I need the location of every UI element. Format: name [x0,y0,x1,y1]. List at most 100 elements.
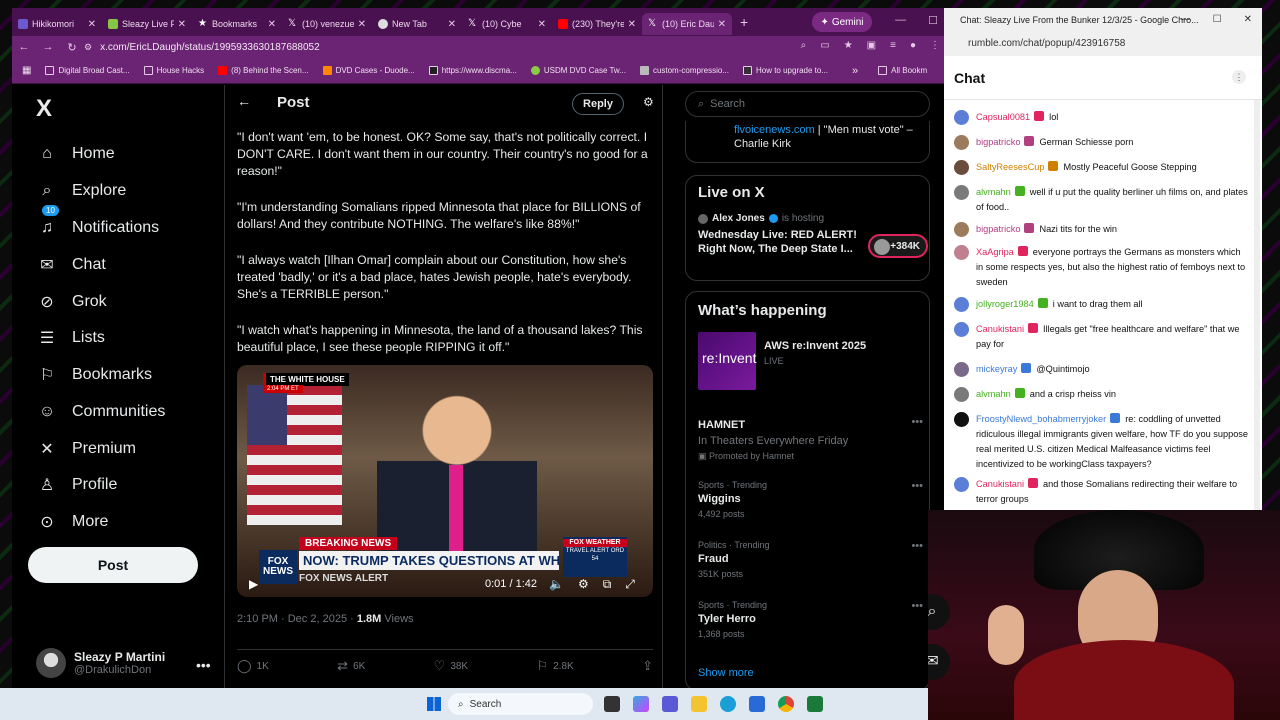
settings-icon[interactable]: ⚙ [578,577,589,592]
more-horizontal-icon[interactable]: ••• [911,540,923,552]
chat-username[interactable]: Canukistani [976,324,1024,334]
x-logo[interactable]: X [36,95,52,123]
repost-action[interactable]: ⇄ 6K [337,658,365,674]
bookmark-item[interactable]: https://www.discma... [428,66,517,75]
tab-4[interactable]: 𝕏 (10) venezue ✕ [282,13,372,35]
copilot-icon[interactable] [633,696,649,712]
back-icon[interactable]: ← [12,41,36,53]
nav-grok[interactable]: ⊘ Grok [38,293,106,311]
avatar[interactable] [954,362,969,377]
chat-username[interactable]: bigpatricko [976,224,1020,234]
bookmark-star-icon[interactable]: ★ [844,40,853,51]
maximize-icon[interactable]: ☐ [928,14,938,27]
trend-item[interactable]: Politics · Trending Fraud 351K posts ••• [698,540,923,579]
avatar[interactable] [954,160,969,175]
news-card[interactable]: flvoicenews.com | "Men must vote" – Char… [685,121,930,163]
bookmark-item[interactable]: Digital Broad Cast... [45,66,130,75]
close-icon[interactable]: ✕ [718,19,726,30]
search-input[interactable]: ⌕ Search [685,91,930,117]
avatar[interactable] [954,245,969,260]
reply-action[interactable]: ◯ 1K [237,658,269,674]
more-horizontal-icon[interactable]: ••• [196,657,211,673]
grok-search-icon[interactable]: ⌕ [928,594,950,630]
chat-username[interactable]: SaltyReesesCup [976,162,1044,172]
live-host-row[interactable]: Alex Jones is hosting [698,213,917,224]
avatar[interactable] [954,185,969,200]
avatar[interactable] [954,297,969,312]
volume-icon[interactable]: 🔈 [549,577,564,592]
tab-3[interactable]: ★ Bookmarks ✕ [192,13,282,35]
bookmark-item[interactable]: How to upgrade to... [742,66,828,75]
news-link[interactable]: flvoicenews.com [734,124,815,136]
menu-icon[interactable]: ⋮ [930,40,940,51]
video-player[interactable]: THE WHITE HOUSE 2:04 PM ET FOX NEWS BREA… [237,365,653,597]
chat-scrollbar[interactable] [1254,100,1260,510]
chat-username[interactable]: mickeyray [976,364,1017,374]
chrome-icon[interactable] [778,696,794,712]
reload-icon[interactable]: ↻ [60,41,84,54]
share-action[interactable]: ⇪ [642,658,653,674]
taskbar-search[interactable]: ⌕ Search [448,693,593,715]
store-icon[interactable] [749,696,765,712]
all-bookmarks[interactable]: All Bookm [878,66,927,75]
avatar[interactable] [954,222,969,237]
minimize-icon[interactable]: — [895,14,906,27]
minimize-icon[interactable]: — [1181,14,1191,25]
close-icon[interactable]: ✕ [358,19,366,30]
teams-icon[interactable] [662,696,678,712]
tab-5[interactable]: New Tab ✕ [372,13,462,35]
tab-8-active[interactable]: 𝕏 (10) Eric Dau ✕ [642,13,732,35]
close-icon[interactable]: ✕ [1244,14,1252,25]
chat-username[interactable]: Canukistani [976,479,1024,489]
trend-item[interactable]: HAMNET In Theaters Everywhere Friday ▣ P… [698,416,923,462]
like-action[interactable]: ♡ 38K [434,658,468,674]
close-icon[interactable]: ✕ [268,19,276,30]
new-tab-button[interactable]: + [740,14,748,30]
tab-7[interactable]: (230) They're ✕ [552,13,642,35]
chat-username[interactable]: XaAgripa [976,247,1014,257]
gemini-button[interactable]: ✦ Gemini [812,12,872,32]
site-info-icon[interactable]: ⚙ [84,42,92,53]
tab-1[interactable]: Hikikomori ✕ [12,13,102,35]
avatar[interactable] [954,110,969,125]
avatar[interactable] [954,135,969,150]
live-event-title[interactable]: Wednesday Live: RED ALERT! Right Now, Th… [698,228,858,256]
apps-grid-icon[interactable]: ▦ [22,65,31,76]
account-switcher[interactable]: Sleazy P Martini @DrakulichDon [36,648,165,678]
sliders-icon[interactable]: ⚙ [643,95,654,109]
avatar[interactable] [954,322,969,337]
close-icon[interactable]: ✕ [88,19,96,30]
app-icon[interactable] [807,696,823,712]
forward-icon[interactable]: → [36,41,60,53]
post-button[interactable]: Post [28,547,198,583]
chat-username[interactable]: Capsual0081 [976,112,1030,122]
bookmark-item[interactable]: DVD Cases - Duode... [322,66,415,75]
play-icon[interactable]: ▶ [249,577,258,591]
sidepanel-icon[interactable]: ▣ [867,40,876,51]
nav-bookmarks[interactable]: ⚐ Bookmarks [38,366,152,384]
nav-lists[interactable]: ☰ Lists [38,329,105,347]
nav-profile[interactable]: ♙ Profile [38,476,118,494]
event-title[interactable]: AWS re:Invent 2025 [764,340,866,352]
bookmark-item[interactable]: custom-compressio... [639,66,729,75]
chat-url[interactable]: rumble.com/chat/popup/423916758 [944,32,1262,56]
pip-icon[interactable]: ⧉ [603,577,612,592]
more-horizontal-icon[interactable]: ••• [911,416,923,428]
tab-2[interactable]: Sleazy Live F ✕ [102,13,192,35]
more-horizontal-icon[interactable]: ••• [911,480,923,492]
nav-communities[interactable]: ☺ Communities [38,403,166,421]
file-explorer-icon[interactable] [691,696,707,712]
close-icon[interactable]: ✕ [448,19,456,30]
more-horizontal-icon[interactable]: ••• [911,600,923,612]
url-field[interactable]: x.com/EricLDaugh/status/1995933630187688… [100,42,320,53]
chat-username[interactable]: alvmahn [976,389,1011,399]
tab-6[interactable]: 𝕏 (10) Cybe ✕ [462,13,552,35]
nav-explore[interactable]: ⌕ Explore [38,182,127,200]
chat-username[interactable]: bigpatricko [976,137,1020,147]
trend-item[interactable]: Sports · Trending Wiggins 4,492 posts ••… [698,480,923,519]
close-icon[interactable]: ✕ [538,19,546,30]
task-view-icon[interactable] [604,696,620,712]
avatar[interactable] [954,412,969,427]
nav-premium[interactable]: ✕ Premium [38,440,136,458]
zoom-icon[interactable]: ⌕ [801,40,807,51]
